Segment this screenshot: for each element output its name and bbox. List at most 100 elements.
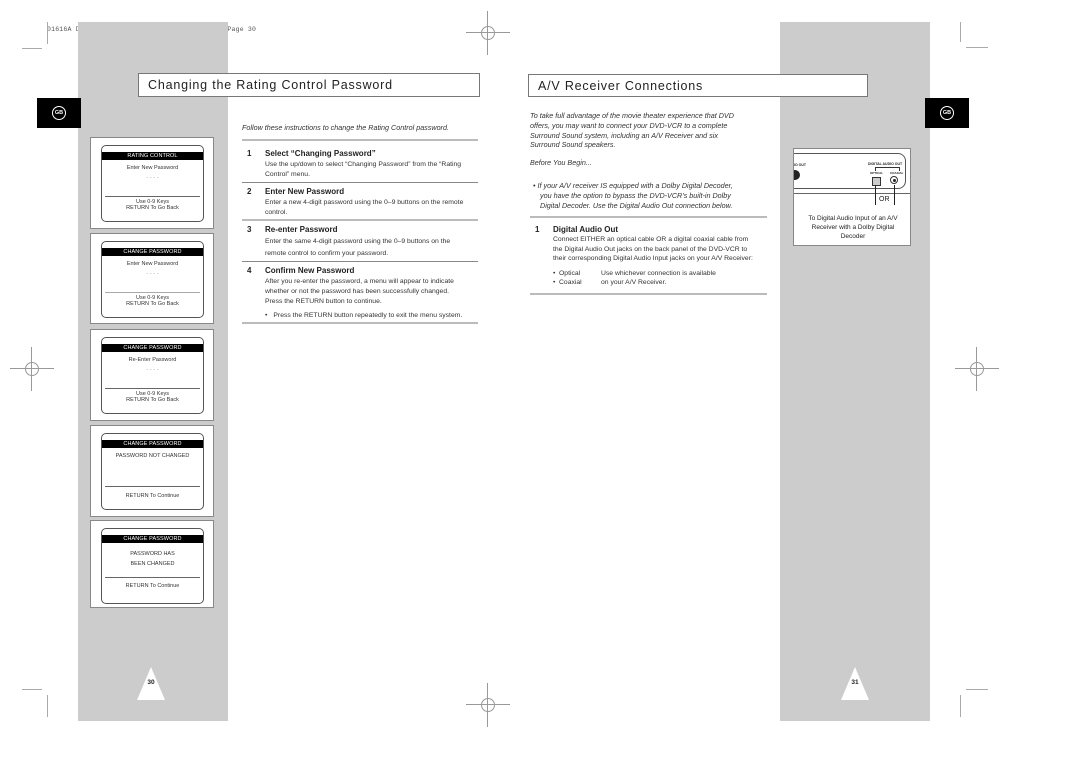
registration-mark [466,683,510,727]
osd-screen-card: CHANGE PASSWORD PASSWORD HAS BEEN CHANGE… [90,520,214,608]
step-number: 2 [247,187,252,196]
step-number: 1 [535,225,540,234]
registration-mark [466,11,510,55]
osd-footer: RETURN To Continue [125,493,180,499]
osd-screen: CHANGE PASSWORD Enter New Password - - -… [101,241,204,318]
osd-header: CHANGE PASSWORD [102,344,203,352]
coaxial-jack-icon [890,176,898,184]
step-number: 4 [247,266,252,275]
osd-message: PASSWORD HAS [130,551,175,557]
step-text: the Digital Audio Out jacks on the back … [553,245,748,253]
crop-mark [47,22,48,44]
osd-footer: RETURN To Go Back [126,205,179,211]
step-number: 3 [247,225,252,234]
page-number: 31 [851,679,859,686]
digital-audio-out-label: DIGITAL AUDIO OUT [868,162,903,166]
step-title: Confirm New Password [265,266,355,275]
intro-line: offers, you may want to connect your DVD… [530,120,728,130]
osd-header: CHANGE PASSWORD [102,535,203,543]
intro-line: Surround Sound system, including an A/V … [530,130,718,140]
step-text: remote control to confirm your password. [265,250,389,257]
optical-label: OPTICAL [870,171,884,175]
caption-line: Decoder [840,233,866,240]
crop-mark [966,689,988,690]
osd-message: PASSWORD NOT CHANGED [115,453,190,459]
cable [875,185,876,205]
step-title: Digital Audio Out [553,225,619,234]
osd-header: CHANGE PASSWORD [102,440,203,448]
step-text: Enter the same 4-digit password using th… [265,238,451,245]
option-label: Optical [559,269,581,277]
divider [242,182,478,183]
intro-line: Surround Sound speakers. [530,140,616,150]
osd-header: RATING CONTROL [102,152,203,160]
step-note: Press the RETURN button repeatedly to ex… [273,312,463,319]
registration-mark [955,347,999,391]
language-tab-right: GB [925,98,969,128]
figure-caption: To Digital Audio Input of an A/V Receive… [794,214,910,241]
divider [242,322,478,324]
osd-password-placeholder: - - - - [146,175,159,181]
option-desc: on your A/V Receiver. [601,279,667,286]
divider [242,261,478,262]
page-title-text: A/V Receiver Connections [538,78,704,93]
step-text: Press the RETURN button to continue. [265,298,382,305]
step-text: After you re-enter the password, a menu … [265,278,454,285]
note-line: you have the option to bypass the DVD-VC… [540,190,731,200]
divider [530,293,767,295]
page-number: 30 [147,679,155,686]
note-text: • If your A/V receiver IS equipped with … [533,181,733,210]
osd-footer: RETURN To Continue [125,583,180,589]
step-number: 1 [247,149,252,158]
option-label: Coaxial [559,279,582,286]
step-title: Enter New Password [265,187,345,196]
osd-screen-card: CHANGE PASSWORD Re-Enter Password - - - … [90,329,214,421]
note-line: If your A/V receiver IS equipped with a … [537,181,733,190]
page-title: A/V Receiver Connections [528,74,868,97]
option-desc: Use whichever connection is available [601,269,716,277]
crop-mark [22,48,42,49]
step-text: Enter a new 4-digit password using the 0… [265,199,464,206]
step-text: Use the up/down to select “Changing Pass… [265,161,462,168]
crop-mark [47,695,48,717]
audio-out-label: IO OUT [794,163,807,167]
step-text: whether or not the password has been suc… [265,288,450,295]
crop-mark [22,689,42,690]
or-label: OR [879,196,890,203]
gb-badge-icon: GB [940,106,954,120]
step-title: Select “Changing Password” [265,149,376,158]
option-row: • Coaxial on your A/V Receiver. [553,278,753,288]
bullet-icon: • [265,312,268,319]
caption-line: Receiver with a Dolby Digital [811,224,895,231]
osd-screen-card: RATING CONTROL Enter New Password - - - … [90,137,214,229]
optical-jack-icon [872,177,881,186]
osd-screen-card: CHANGE PASSWORD Enter New Password - - -… [90,233,214,324]
intro-text: Follow these instructions to change the … [242,123,449,132]
option-row: • Optical Use whichever connection is av… [553,269,753,279]
osd-screen: RATING CONTROL Enter New Password - - - … [101,145,204,222]
page-title: Changing the Rating Control Password [138,73,480,97]
osd-header: CHANGE PASSWORD [102,248,203,256]
divider [530,216,767,218]
osd-screen: CHANGE PASSWORD PASSWORD NOT CHANGED RET… [101,433,204,510]
step-text: control. [265,209,288,216]
osd-screen-card: CHANGE PASSWORD PASSWORD NOT CHANGED RET… [90,425,214,517]
osd-message: BEEN CHANGED [130,561,175,567]
step-title: Re-enter Password [265,225,338,234]
divider [242,139,478,141]
intro-text: To take full advantage of the movie thea… [530,111,734,150]
osd-screen: CHANGE PASSWORD Re-Enter Password - - - … [101,337,204,414]
intro-line: To take full advantage of the movie thea… [530,111,734,120]
crop-mark [966,47,988,48]
osd-line: Enter New Password [126,261,179,267]
caption-line: To Digital Audio Input of an A/V [808,215,898,222]
divider [242,219,478,221]
registration-mark [10,347,54,391]
coaxial-label: COAXIAL [890,171,904,175]
right-margin-panel [780,22,930,721]
osd-password-placeholder: - - - - [146,271,159,277]
osd-password-placeholder: - - - - [146,367,159,373]
step-text: Connect EITHER an optical cable OR a dig… [553,236,749,243]
osd-line: Re-Enter Password [128,357,177,363]
cable [894,185,895,205]
